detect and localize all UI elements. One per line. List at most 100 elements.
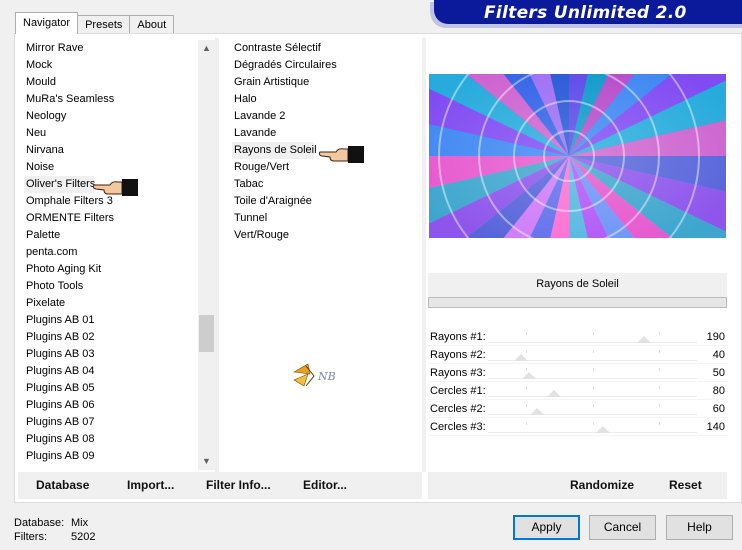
scrollbar-thumb[interactable] (199, 315, 214, 352)
tab-about[interactable]: About (129, 15, 175, 34)
parameter-value[interactable]: 50 (713, 365, 725, 381)
slider-tick (525, 368, 527, 371)
slider-tick (592, 386, 594, 389)
parameter-row: Cercles #2: 60 (428, 400, 727, 418)
category-scrollbar[interactable]: ▲ ▼ (198, 40, 215, 470)
database-button[interactable]: Database (36, 478, 89, 492)
parameter-row: Rayons #2: 40 (428, 346, 727, 364)
slider-thumb[interactable] (636, 336, 651, 343)
filter-preview-image (429, 74, 726, 238)
chevron-up-icon[interactable]: ▲ (198, 40, 215, 57)
filter-item[interactable]: Tunnel (232, 210, 417, 227)
parameter-value[interactable]: 40 (713, 347, 725, 363)
category-item[interactable]: Mirror Rave (24, 40, 200, 57)
parameter-row: Cercles #1: 80 (428, 382, 727, 400)
slider-tick (592, 332, 594, 335)
category-item[interactable]: Plugins AB 03 (24, 346, 200, 363)
parameter-value[interactable]: 80 (713, 383, 725, 399)
preset-toolbar: Randomize Reset (428, 472, 727, 499)
randomize-button[interactable]: Randomize (570, 478, 634, 492)
category-item[interactable]: Neology (24, 108, 200, 125)
category-list[interactable]: Mirror Rave Mock Mould MuRa's Seamless Neolo… (24, 40, 200, 468)
parameter-row: Rayons #3: 50 (428, 364, 727, 382)
parameter-value[interactable]: 140 (707, 419, 725, 435)
category-item[interactable]: Palette (24, 227, 200, 244)
slider-thumb[interactable] (530, 408, 545, 415)
filter-item[interactable]: Halo (232, 91, 417, 108)
slider-tick (659, 332, 661, 335)
slider-tick (592, 422, 594, 425)
cancel-button[interactable]: Cancel (589, 515, 656, 540)
slider-thumb[interactable] (521, 372, 536, 379)
category-item[interactable]: Plugins AB 09 (24, 448, 200, 465)
import-button[interactable]: Import... (127, 478, 174, 492)
parameter-slider[interactable] (488, 432, 697, 433)
help-button[interactable]: Help (666, 515, 733, 540)
slider-tick (592, 404, 594, 407)
category-item[interactable]: Plugins AB 10 (24, 465, 200, 468)
filter-item[interactable]: Lavande (232, 125, 417, 142)
editor-button[interactable]: Editor... (303, 478, 347, 492)
parameter-slider[interactable] (488, 378, 697, 379)
logo-text: NB (317, 370, 336, 383)
tab-navigator[interactable]: Navigator (15, 12, 79, 34)
parameter-value[interactable]: 190 (707, 329, 725, 345)
category-item[interactable]: Photo Tools (24, 278, 200, 295)
parameter-value[interactable]: 60 (713, 401, 725, 417)
parameter-row: Cercles #3: 140 (428, 418, 727, 436)
parameter-label: Cercles #3: (430, 421, 486, 433)
database-value: Mix (71, 517, 89, 529)
tab-presets[interactable]: Presets (77, 15, 131, 34)
chevron-down-icon[interactable]: ▼ (198, 453, 215, 470)
parameter-label: Rayons #3: (430, 367, 486, 379)
category-item[interactable]: Plugins AB 01 (24, 312, 200, 329)
slider-tick (659, 404, 661, 407)
category-item[interactable]: Pixelate (24, 295, 200, 312)
slider-thumb[interactable] (546, 390, 561, 397)
category-item[interactable]: Plugins AB 02 (24, 329, 200, 346)
category-item[interactable]: Plugins AB 04 (24, 363, 200, 380)
filter-item[interactable]: Tabac (232, 176, 417, 193)
parameter-label: Cercles #2: (430, 403, 486, 415)
category-item[interactable]: Plugins AB 05 (24, 380, 200, 397)
slider-tick (525, 422, 527, 425)
progress-bar (428, 297, 727, 308)
slider-tick (525, 332, 527, 335)
parameter-slider[interactable] (488, 414, 697, 415)
category-item[interactable]: Mould (24, 74, 200, 91)
category-item[interactable]: MuRa's Seamless (24, 91, 200, 108)
category-item[interactable]: Oliver's Filters (24, 176, 95, 193)
author-logo-icon: NB (293, 363, 336, 387)
category-item[interactable]: Plugins AB 07 (24, 414, 200, 431)
filter-title: Rayons de Soleil (428, 273, 727, 297)
category-item[interactable]: penta.com (24, 244, 200, 261)
category-item[interactable]: Nirvana (24, 142, 200, 159)
filter-item[interactable]: Dégradés Circulaires (232, 57, 417, 74)
filter-info-button[interactable]: Filter Info... (206, 478, 271, 492)
parameter-slider[interactable] (488, 396, 697, 397)
hand-pointer-icon (318, 146, 364, 163)
filters-count: 5202 (71, 531, 96, 543)
filter-item[interactable]: Grain Artistique (232, 74, 417, 91)
category-item[interactable]: ORMENTE Filters (24, 210, 200, 227)
filter-item[interactable]: Toile d'Araignée (232, 193, 417, 210)
category-item[interactable]: Plugins AB 06 (24, 397, 200, 414)
category-item[interactable]: Plugins AB 08 (24, 431, 200, 448)
slider-tick (659, 422, 661, 425)
category-item[interactable]: Neu (24, 125, 200, 142)
filter-item[interactable]: Contraste Sélectif (232, 40, 417, 57)
filters-label: Filters: (14, 531, 47, 543)
filter-item[interactable]: Rayons de Soleil (232, 142, 317, 159)
apply-button[interactable]: Apply (513, 515, 580, 540)
slider-thumb[interactable] (595, 426, 610, 433)
category-item[interactable]: Noise (24, 159, 200, 176)
category-item[interactable]: Photo Aging Kit (24, 261, 200, 278)
category-item[interactable]: Mock (24, 57, 200, 74)
parameter-slider[interactable] (488, 342, 697, 343)
reset-button[interactable]: Reset (669, 478, 702, 492)
slider-thumb[interactable] (513, 354, 528, 361)
panel-divider (422, 38, 426, 472)
filter-item[interactable]: Vert/Rouge (232, 227, 417, 244)
filter-item[interactable]: Lavande 2 (232, 108, 417, 125)
parameter-label: Rayons #2: (430, 349, 486, 361)
